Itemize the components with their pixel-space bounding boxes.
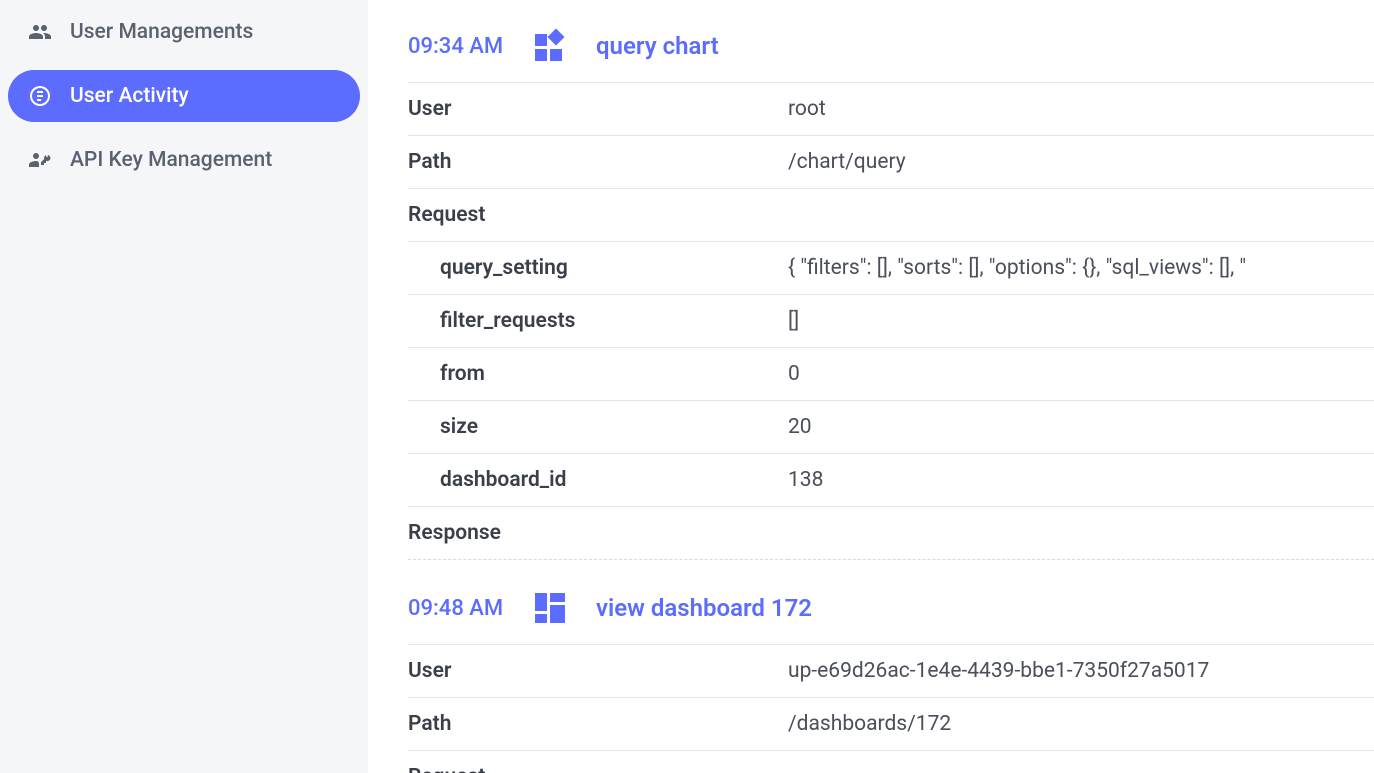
key-icon — [26, 148, 54, 172]
table-row: query_setting { "filters": [], "sorts": … — [408, 242, 1374, 295]
sidebar-item-label: User Managements — [70, 20, 253, 44]
activity-time: 09:48 AM — [408, 596, 504, 621]
activity-detail-table: User root Path /chart/query Request quer… — [408, 82, 1374, 560]
sidebar: User Managements User Activity API Key M… — [0, 0, 368, 773]
detail-key: from — [408, 348, 788, 401]
activity-header: 09:34 AM query chart — [408, 18, 1374, 82]
table-row: User root — [408, 83, 1374, 136]
sidebar-item-label: API Key Management — [70, 148, 272, 172]
activity-title[interactable]: query chart — [596, 32, 719, 60]
detail-key: User — [408, 645, 788, 698]
detail-key: Response — [408, 507, 788, 560]
detail-key: dashboard_id — [408, 454, 788, 507]
table-row: Path /chart/query — [408, 136, 1374, 189]
detail-val — [788, 507, 1374, 560]
detail-val: 0 — [788, 348, 1374, 401]
activity-entry: 09:34 AM query chart User root Path /cha… — [408, 18, 1374, 560]
detail-val — [788, 751, 1374, 773]
activity-entry: 09:48 AM view dashboard 172 User up-e69d… — [408, 580, 1374, 773]
detail-val: /dashboards/172 — [788, 698, 1374, 751]
detail-key: query_setting — [408, 242, 788, 295]
chart-icon — [532, 28, 568, 64]
table-row: Path /dashboards/172 — [408, 698, 1374, 751]
dashboard-icon — [532, 590, 568, 626]
detail-val — [788, 189, 1374, 242]
detail-val: /chart/query — [788, 136, 1374, 189]
sidebar-item-label: User Activity — [70, 84, 189, 108]
detail-key: User — [408, 83, 788, 136]
detail-key: Request — [408, 189, 788, 242]
sidebar-item-api-key-management[interactable]: API Key Management — [8, 134, 360, 186]
users-icon — [26, 20, 54, 44]
table-row: Response — [408, 507, 1374, 560]
detail-val: { "filters": [], "sorts": [], "options":… — [788, 242, 1374, 295]
detail-val: 20 — [788, 401, 1374, 454]
activity-icon — [26, 84, 54, 108]
detail-key: Path — [408, 698, 788, 751]
detail-val: root — [788, 83, 1374, 136]
detail-key: filter_requests — [408, 295, 788, 348]
activity-header: 09:48 AM view dashboard 172 — [408, 580, 1374, 644]
detail-val: 138 — [788, 454, 1374, 507]
table-row: User up-e69d26ac-1e4e-4439-bbe1-7350f27a… — [408, 645, 1374, 698]
table-row: from 0 — [408, 348, 1374, 401]
table-row: Request — [408, 189, 1374, 242]
detail-val: [] — [788, 295, 1374, 348]
table-row: size 20 — [408, 401, 1374, 454]
activity-title[interactable]: view dashboard 172 — [596, 594, 812, 622]
table-row: Request — [408, 751, 1374, 773]
activity-time: 09:34 AM — [408, 34, 504, 59]
main-content: 09:34 AM query chart User root Path /cha… — [368, 0, 1374, 773]
table-row: filter_requests [] — [408, 295, 1374, 348]
detail-key: Request — [408, 751, 788, 773]
table-row: dashboard_id 138 — [408, 454, 1374, 507]
sidebar-item-user-managements[interactable]: User Managements — [8, 6, 360, 58]
sidebar-item-user-activity[interactable]: User Activity — [8, 70, 360, 122]
activity-detail-table: User up-e69d26ac-1e4e-4439-bbe1-7350f27a… — [408, 644, 1374, 773]
detail-val: up-e69d26ac-1e4e-4439-bbe1-7350f27a5017 — [788, 645, 1374, 698]
detail-key: size — [408, 401, 788, 454]
detail-key: Path — [408, 136, 788, 189]
